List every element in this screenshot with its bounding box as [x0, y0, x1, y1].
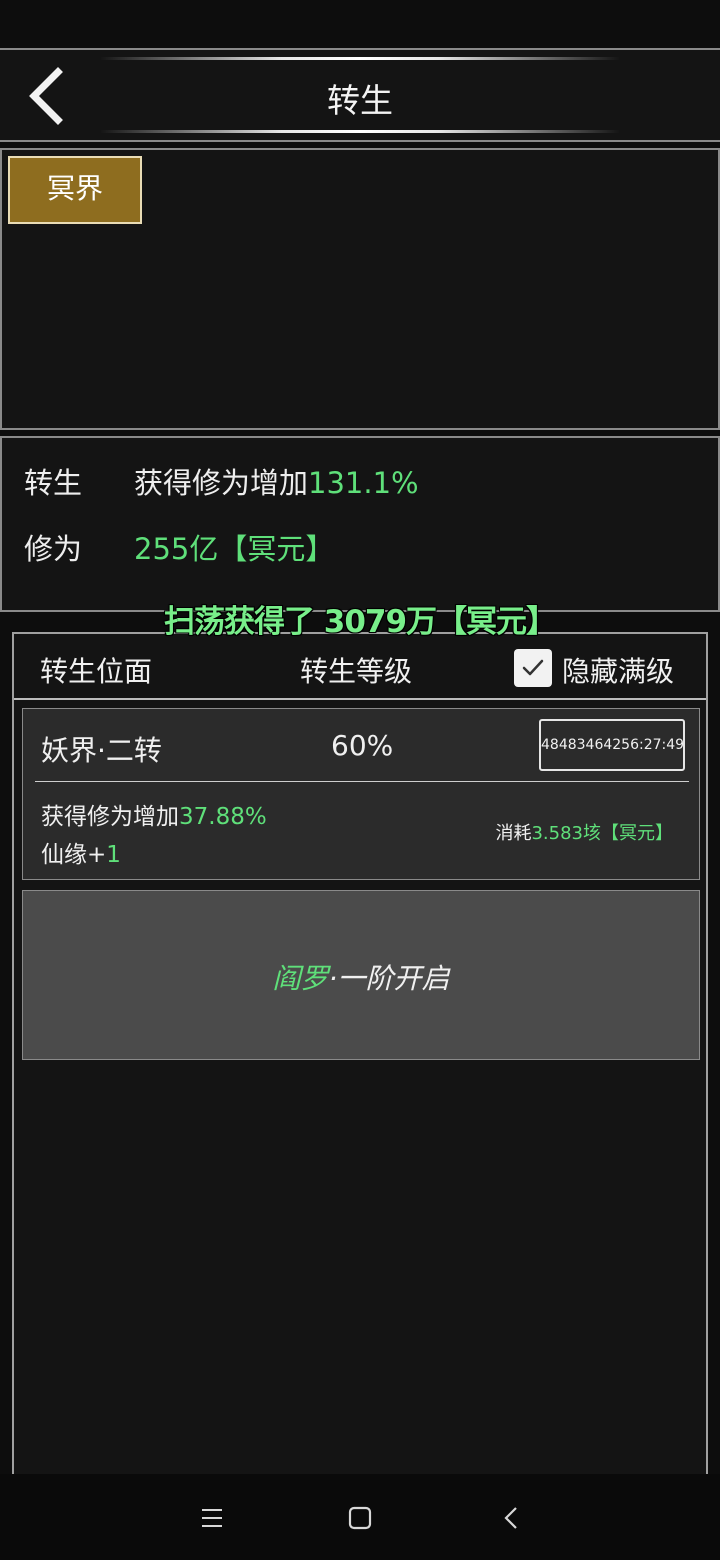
item-divider — [35, 781, 689, 782]
cultivation-info-row: 修为 255亿【冥元】 — [24, 526, 334, 568]
checkmark-icon — [522, 659, 544, 676]
item-gain-text: 获得修为增加 — [41, 804, 179, 830]
item-gain-line: 获得修为增加37.88% — [41, 797, 267, 831]
hide-max-label: 隐藏满级 — [562, 655, 675, 688]
column-header-level: 转生等级 — [300, 655, 413, 688]
item-level-percent: 60% — [331, 729, 394, 762]
item-fate-value: 1 — [106, 842, 121, 868]
item-plane-name: 妖界·二转 — [41, 734, 162, 767]
header-decoration-bottom — [100, 130, 620, 133]
sweep-reward-banner: 扫荡获得了 3079万【冥元】 — [163, 604, 557, 640]
status-bar — [0, 0, 720, 48]
item-fate-line: 仙缘+1 — [41, 835, 121, 869]
locked-plane-requirement: ·一阶开启 — [328, 962, 450, 995]
header-bar: 转生 — [0, 48, 720, 142]
rebirth-text: 获得修为增加 — [134, 466, 309, 500]
list-item[interactable]: 妖界·二转 60% 48483464256:27:49 获得修为增加37.88%… — [22, 708, 700, 880]
nav-home-button[interactable] — [340, 1498, 380, 1538]
column-header-plane: 转生位面 — [40, 655, 153, 688]
rebirth-list-panel: 转生位面 转生等级 隐藏满级 妖界·二转 60% 48483464256:27:… — [12, 632, 708, 1548]
hide-max-checkbox[interactable] — [514, 649, 552, 687]
info-panel: 转生 获得修为增加131.1% 修为 255亿【冥元】 — [0, 436, 720, 612]
locked-plane-name: 阎罗 — [272, 962, 329, 995]
menu-icon — [202, 1509, 222, 1527]
rebirth-value: 131.1% — [308, 466, 419, 500]
item-cost-value: 3.583垓【冥元】 — [531, 823, 673, 844]
rebirth-label: 转生 — [24, 466, 83, 500]
cultivation-value: 255亿【冥元】 — [134, 532, 335, 566]
cultivation-label: 修为 — [24, 532, 83, 566]
system-nav-bar — [0, 1474, 720, 1560]
home-square-icon — [348, 1506, 372, 1530]
nav-back-button[interactable] — [492, 1498, 532, 1538]
nav-menu-button[interactable] — [192, 1498, 232, 1538]
list-header: 转生位面 转生等级 隐藏满级 — [14, 634, 706, 700]
locked-plane-text: 阎罗·一阶开启 — [23, 957, 699, 997]
item-gain-value: 37.88% — [179, 804, 267, 830]
back-chevron-icon — [504, 1507, 517, 1529]
page-title: 转生 — [327, 81, 393, 120]
header-decoration-top — [100, 57, 620, 60]
realm-tabs-panel: 冥界 — [0, 148, 720, 430]
rebirth-info-row: 转生 获得修为增加131.1% — [24, 460, 419, 502]
item-fate-text: 仙缘+ — [41, 842, 107, 868]
item-cost-line: 消耗3.583垓【冥元】 — [495, 819, 673, 845]
item-timer-button[interactable]: 48483464256:27:49 — [539, 719, 685, 771]
locked-plane-item[interactable]: 阎罗·一阶开启 — [22, 890, 700, 1060]
item-cost-text: 消耗 — [495, 823, 532, 844]
realm-tab-netherworld[interactable]: 冥界 — [8, 156, 142, 224]
